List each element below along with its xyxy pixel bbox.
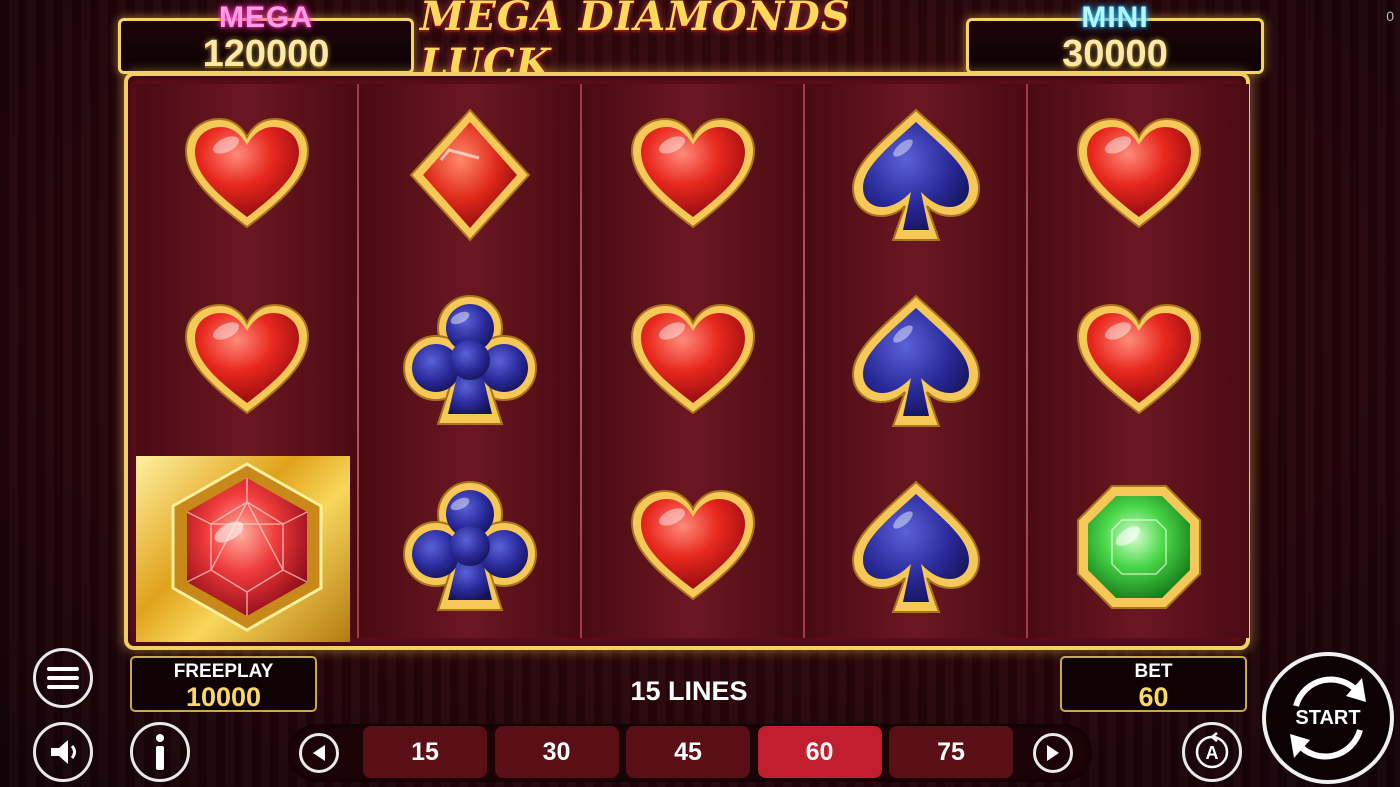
spade-symbol (805, 270, 1026, 456)
info-icon (156, 734, 164, 770)
hamburger-menu-icon (47, 667, 79, 689)
lines-count: 15 LINES (630, 676, 748, 706)
spade-symbol (805, 84, 1026, 270)
freeplay-label: FREEPLAY (173, 661, 274, 682)
bet-option-30[interactable]: 30 (494, 726, 619, 778)
arrow-left-icon (313, 745, 325, 761)
spade-icon (851, 294, 980, 427)
bet-next-button[interactable] (1033, 733, 1073, 773)
spade-symbol (805, 456, 1026, 642)
start-label: START (1295, 706, 1361, 729)
diamond-symbol (359, 84, 580, 270)
club-symbol (359, 456, 580, 642)
bet-prev-button[interactable] (299, 733, 339, 773)
reel-grid (124, 72, 1250, 650)
green-gem-icon (1076, 484, 1201, 609)
mini-jackpot-panel: MINI 30000 (966, 1, 1264, 75)
bet-option-15[interactable]: 15 (363, 726, 487, 778)
speaker-icon (51, 740, 76, 764)
spade-icon (851, 108, 980, 241)
arrow-right-icon (1047, 745, 1059, 761)
bet-option-45[interactable]: 45 (626, 726, 750, 778)
heart-icon (1076, 303, 1201, 414)
menu-button[interactable] (33, 648, 93, 708)
heart-icon (1076, 117, 1201, 228)
red-gem-icon (171, 461, 322, 632)
freeplay-value: 10000 (185, 682, 262, 712)
heart-icon (630, 117, 755, 228)
mega-jackpot-label: MEGA (219, 1, 313, 34)
info-button[interactable] (130, 722, 190, 782)
freeplay-panel: FREEPLAY 10000 (130, 656, 317, 712)
bet-panel: BET 60 (1060, 656, 1247, 712)
red-gem-symbol (136, 456, 357, 642)
heart-icon (184, 303, 309, 414)
autoplay-button[interactable]: A (1182, 722, 1242, 782)
club-icon (402, 294, 537, 425)
bet-option-75[interactable]: 75 (889, 726, 1013, 778)
mega-jackpot-value: 120000 (202, 33, 330, 75)
bet-label: BET (1134, 661, 1173, 682)
sound-button[interactable] (33, 722, 93, 782)
heart-icon (184, 117, 309, 228)
heart-symbol (1028, 270, 1249, 456)
mini-jackpot-label: MINI (1081, 1, 1149, 34)
heart-icon (630, 303, 755, 414)
heart-symbol (582, 456, 803, 642)
heart-symbol (582, 270, 803, 456)
bet-option-60[interactable]: 60 (757, 726, 882, 778)
club-symbol (359, 270, 580, 456)
mini-jackpot-value: 30000 (1062, 33, 1168, 75)
game-logo: MEGA DIAMONDS LUCK (420, 0, 956, 87)
autoplay-icon: A (1195, 732, 1229, 769)
bet-value: 60 (1138, 682, 1169, 712)
club-icon (402, 480, 537, 611)
heart-symbol (582, 84, 803, 270)
diamond-icon (409, 108, 530, 241)
svg-text:A: A (1206, 743, 1219, 763)
spade-icon (851, 480, 980, 613)
start-button[interactable]: START (1262, 652, 1394, 784)
heart-symbol (136, 84, 357, 270)
heart-symbol (1028, 84, 1249, 270)
corner-counter: 0 (1386, 8, 1394, 24)
mega-jackpot-panel: MEGA 120000 (118, 1, 414, 75)
green-gem-symbol (1028, 456, 1249, 642)
heart-symbol (136, 270, 357, 456)
heart-icon (630, 489, 755, 600)
